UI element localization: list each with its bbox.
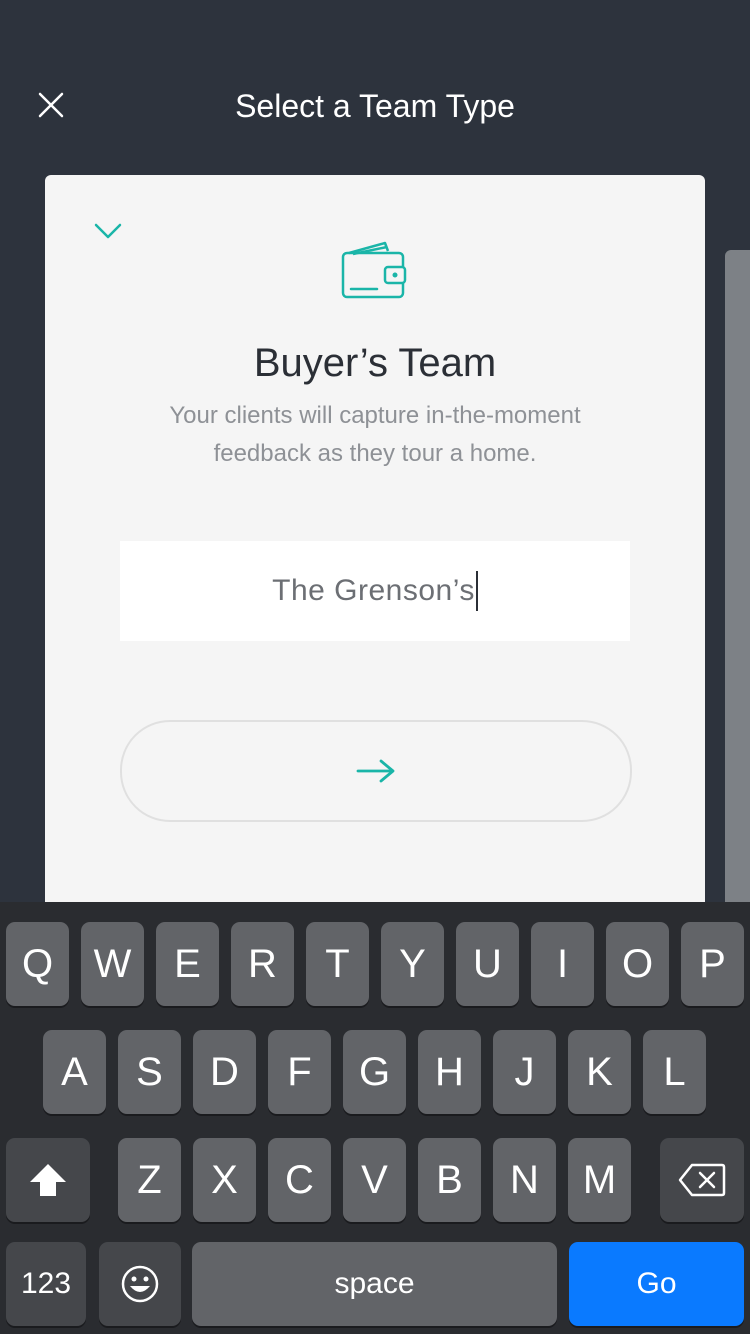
key-c[interactable]: C	[268, 1138, 331, 1222]
key-j[interactable]: J	[493, 1030, 556, 1114]
keyboard: Q W E R T Y U I O P A S D F G H J K L Z …	[0, 902, 750, 1334]
key-d[interactable]: D	[193, 1030, 256, 1114]
team-type-title: Buyer’s Team	[253, 341, 497, 385]
key-a[interactable]: A	[43, 1030, 106, 1114]
page-title: Select a Team Type	[235, 88, 515, 124]
key-q[interactable]: Q	[6, 922, 69, 1006]
numbers-key[interactable]: 123	[6, 1242, 86, 1326]
team-type-card: Buyer’s Team Your clients will capture i…	[45, 175, 705, 955]
key-v[interactable]: V	[343, 1138, 406, 1222]
key-m[interactable]: M	[568, 1138, 631, 1222]
key-r[interactable]: R	[231, 922, 294, 1006]
key-i[interactable]: I	[531, 922, 594, 1006]
backspace-key[interactable]	[660, 1138, 744, 1222]
next-team-type-card[interactable]	[725, 250, 750, 950]
collapse-button[interactable]	[91, 219, 125, 243]
key-x[interactable]: X	[193, 1138, 256, 1222]
emoji-key[interactable]	[99, 1242, 181, 1326]
go-key[interactable]: Go	[569, 1242, 744, 1326]
key-w[interactable]: W	[81, 922, 144, 1006]
key-y[interactable]: Y	[381, 922, 444, 1006]
arrow-right-icon	[356, 759, 395, 783]
shift-icon	[30, 1164, 66, 1196]
key-z[interactable]: Z	[118, 1138, 181, 1222]
key-h[interactable]: H	[418, 1030, 481, 1114]
key-n[interactable]: N	[493, 1138, 556, 1222]
key-e[interactable]: E	[156, 922, 219, 1006]
team-type-description: Your clients will capture in-the-moment …	[169, 402, 581, 467]
wallet-icon	[341, 241, 407, 299]
text-caret	[475, 571, 478, 611]
team-name-value: The Grenson’s	[272, 574, 475, 607]
shift-key[interactable]	[6, 1138, 90, 1222]
chevron-down-icon	[94, 223, 122, 239]
team-name-input[interactable]: The Grenson’s	[120, 541, 630, 641]
emoji-icon	[121, 1265, 159, 1303]
key-p[interactable]: P	[681, 922, 744, 1006]
key-u[interactable]: U	[456, 922, 519, 1006]
key-t[interactable]: T	[306, 922, 369, 1006]
key-o[interactable]: O	[606, 922, 669, 1006]
space-key[interactable]: space	[192, 1242, 557, 1326]
backspace-icon	[678, 1163, 726, 1197]
key-l[interactable]: L	[643, 1030, 706, 1114]
key-k[interactable]: K	[568, 1030, 631, 1114]
key-g[interactable]: G	[343, 1030, 406, 1114]
key-b[interactable]: B	[418, 1138, 481, 1222]
next-button[interactable]	[120, 720, 632, 822]
key-f[interactable]: F	[268, 1030, 331, 1114]
key-s[interactable]: S	[118, 1030, 181, 1114]
